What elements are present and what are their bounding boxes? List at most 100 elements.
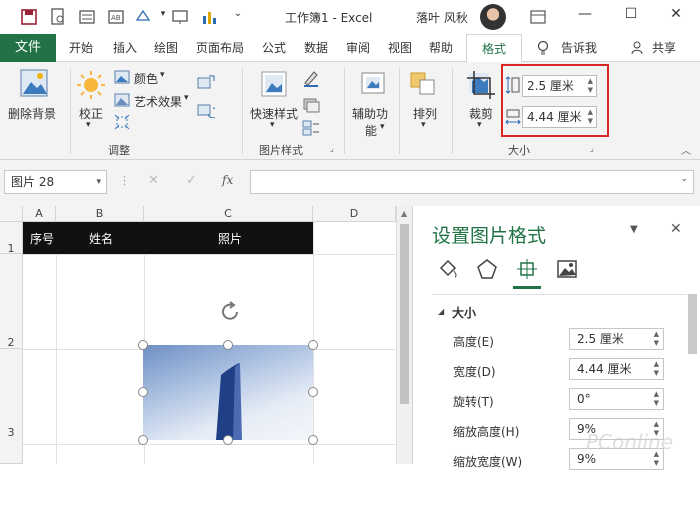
resize-handle-right[interactable]	[308, 387, 318, 397]
remove-background-label[interactable]: 删除背景	[8, 105, 56, 122]
row-header-2[interactable]: 2	[0, 254, 23, 349]
vertical-scrollbar[interactable]: ▲	[396, 206, 412, 464]
resize-handle-bottom-left[interactable]	[138, 435, 148, 445]
selected-picture[interactable]	[143, 345, 313, 440]
picture-layout-icon[interactable]	[302, 120, 320, 136]
size-properties-icon[interactable]	[516, 258, 538, 280]
form-icon[interactable]	[78, 8, 96, 26]
table-header-row[interactable]: 序号 姓名 照片	[23, 222, 313, 254]
rotation-spinner[interactable]: 0° ▲ ▼	[569, 388, 664, 410]
crop-dropdown-icon[interactable]: ▾	[477, 120, 482, 130]
formula-input[interactable]: ⌄	[250, 170, 694, 194]
spinner-arrows-icon[interactable]: ▲ ▼	[654, 360, 659, 378]
chart-icon[interactable]	[200, 8, 218, 26]
alt-text-label-line2[interactable]: 能	[365, 122, 377, 139]
column-header-d[interactable]: D	[313, 206, 396, 222]
reset-picture-icon[interactable]	[197, 102, 215, 118]
color-button[interactable]: 颜色	[134, 70, 158, 87]
remove-background-icon[interactable]	[19, 68, 49, 98]
row-header-3[interactable]: 3	[0, 349, 23, 464]
artistic-dropdown-icon[interactable]: ▾	[184, 93, 189, 103]
tab-format[interactable]: 格式	[466, 34, 522, 63]
customize-qat-icon[interactable]: ⌄	[227, 8, 249, 19]
more-options-icon[interactable]: ⋮	[119, 174, 130, 187]
pane-close-icon[interactable]: ✕	[670, 221, 682, 237]
color-dropdown-icon[interactable]: ▾	[160, 70, 165, 80]
width-spinner[interactable]: 4.44 厘米 ▲ ▼	[569, 358, 664, 380]
close-icon[interactable]: ✕	[665, 6, 687, 22]
change-picture-icon[interactable]	[197, 75, 215, 91]
resize-handle-left[interactable]	[138, 387, 148, 397]
enter-check-icon[interactable]: ✓	[186, 173, 197, 188]
quick-styles-icon[interactable]	[258, 70, 290, 100]
tab-file[interactable]: 文件	[0, 34, 56, 62]
insert-function-icon[interactable]: fx	[222, 173, 233, 187]
column-header-a[interactable]: A	[23, 206, 56, 222]
expand-formula-icon[interactable]: ⌄	[680, 174, 688, 184]
picture-border-icon[interactable]	[302, 69, 320, 87]
size-dialog-launcher-icon[interactable]: ⌟	[590, 144, 594, 153]
compress-pictures-icon[interactable]	[114, 114, 130, 130]
avatar[interactable]	[480, 4, 506, 30]
resize-handle-top[interactable]	[223, 340, 233, 350]
header-cell-photo[interactable]: 照片	[218, 230, 242, 247]
shapes-icon[interactable]	[134, 8, 152, 26]
tab-data[interactable]: 数据	[304, 34, 328, 62]
crop-icon[interactable]	[466, 70, 496, 100]
rotate-handle-icon[interactable]	[218, 300, 242, 324]
name-box-dropdown-icon[interactable]: ▾	[96, 171, 101, 193]
alt-text-icon[interactable]	[359, 70, 387, 98]
styles-dialog-launcher-icon[interactable]: ⌟	[330, 144, 334, 153]
corrections-label[interactable]: 校正	[79, 105, 103, 122]
column-header-c[interactable]: C	[144, 206, 313, 222]
row-header-1[interactable]: 1	[0, 222, 23, 255]
artistic-effects-icon[interactable]	[114, 93, 130, 107]
worksheet-grid[interactable]: A B C D 1 2 3 序号 姓名 照片	[0, 206, 396, 464]
alt-text-label-line1[interactable]: 辅助功	[352, 105, 388, 122]
pane-options-icon[interactable]: ▼	[630, 224, 638, 235]
section-collapse-icon[interactable]: ◢	[438, 307, 444, 316]
fill-line-icon[interactable]	[437, 258, 459, 280]
tab-draw[interactable]: 绘图	[154, 34, 178, 62]
tab-formulas[interactable]: 公式	[262, 34, 286, 62]
corrections-sun-icon[interactable]	[76, 70, 106, 100]
spinner-arrows-icon[interactable]: ▲ ▼	[654, 390, 659, 408]
artistic-effects-button[interactable]: 艺术效果	[134, 93, 182, 110]
maximize-icon[interactable]: ☐	[620, 6, 642, 22]
tab-help[interactable]: 帮助	[429, 34, 453, 62]
corrections-dropdown-icon[interactable]: ▾	[86, 120, 91, 130]
select-all-corner[interactable]	[0, 206, 23, 222]
scrollbar-thumb[interactable]	[400, 224, 409, 404]
resize-handle-top-left[interactable]	[138, 340, 148, 350]
tab-home[interactable]: 开始	[69, 34, 93, 62]
pane-scrollbar-thumb[interactable]	[688, 294, 697, 354]
arrange-dropdown-icon[interactable]: ▾	[421, 120, 426, 130]
tab-page-layout[interactable]: 页面布局	[196, 34, 244, 62]
tell-me-search[interactable]: 告诉我	[561, 34, 597, 62]
resize-handle-bottom-right[interactable]	[308, 435, 318, 445]
height-spinner[interactable]: 2.5 厘米 ▲ ▼	[569, 328, 664, 350]
column-header-b[interactable]: B	[56, 206, 144, 222]
tab-review[interactable]: 审阅	[346, 34, 370, 62]
share-person-icon[interactable]	[631, 41, 645, 55]
effects-pentagon-icon[interactable]	[476, 258, 498, 280]
color-icon[interactable]	[114, 70, 130, 84]
size-section-header[interactable]: 大小	[452, 304, 476, 321]
user-name[interactable]: 落叶 风秋	[416, 9, 468, 26]
resize-handle-top-right[interactable]	[308, 340, 318, 350]
tab-insert[interactable]: 插入	[113, 34, 137, 62]
header-cell-index[interactable]: 序号	[30, 230, 54, 247]
resize-handle-bottom[interactable]	[223, 435, 233, 445]
arrange-icon[interactable]	[408, 70, 438, 98]
share-button[interactable]: 共享	[652, 34, 676, 62]
lightbulb-icon[interactable]	[536, 40, 550, 56]
alt-text-dropdown-icon[interactable]: ▾	[380, 122, 385, 132]
cancel-icon[interactable]: ✕	[148, 173, 159, 188]
spinner-arrows-icon[interactable]: ▲ ▼	[654, 330, 659, 348]
picture-icon[interactable]	[556, 258, 578, 280]
print-preview-icon[interactable]	[49, 8, 67, 26]
sheet-icon[interactable]: AB	[107, 8, 125, 26]
name-box[interactable]: 图片 28 ▾	[4, 170, 107, 194]
ribbon-display-icon[interactable]	[529, 8, 547, 26]
save-icon[interactable]	[20, 8, 38, 26]
